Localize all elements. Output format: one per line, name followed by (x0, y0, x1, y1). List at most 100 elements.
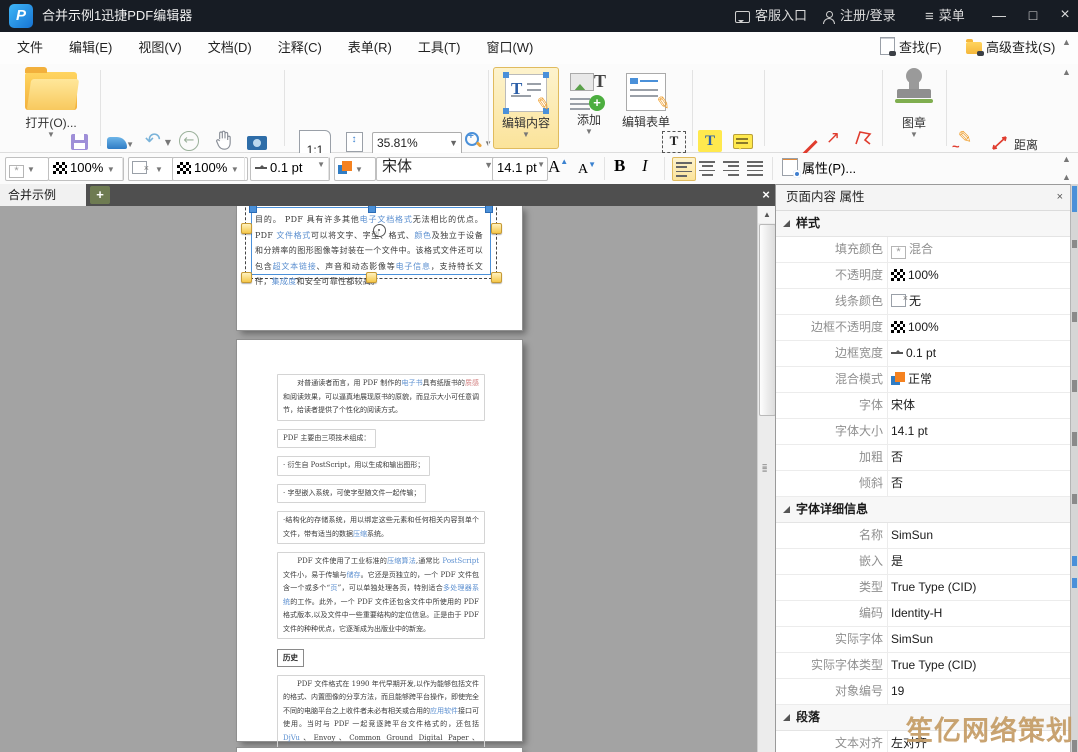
property-row[interactable]: 线条颜色无 (776, 289, 1071, 315)
text-field-tool-button[interactable]: T (662, 131, 686, 153)
scrollbar-grip-icon[interactable]: ≡≡ (762, 464, 767, 472)
body-text: ,通常比 (416, 557, 442, 565)
scrollbar-thumb[interactable] (759, 224, 776, 416)
italic-button[interactable]: I (642, 156, 648, 176)
selection-handle-left[interactable] (241, 223, 252, 234)
panel-section-header[interactable]: 样式 (776, 211, 1071, 237)
menu-item[interactable]: 编辑(E) (56, 32, 125, 64)
scan-button[interactable]: ▼ (104, 131, 130, 155)
align-center-button[interactable] (696, 157, 718, 179)
line-width-combo[interactable]: 0.1 pt ▼ (250, 157, 330, 181)
menu-button[interactable]: ≡菜单 (925, 0, 965, 32)
stroke-opacity-combo[interactable]: 100% ▼ (172, 157, 248, 181)
font-family-combo[interactable]: 宋体▼ (376, 157, 498, 181)
bold-button[interactable]: B (614, 156, 625, 176)
property-label: 文本对齐 (776, 731, 883, 752)
right-edge-strip[interactable] (1070, 184, 1078, 752)
hand-tool-button[interactable] (210, 129, 236, 153)
menu-item[interactable]: 注释(C) (265, 32, 335, 64)
edge-strip-mark (1072, 578, 1077, 588)
polyline-tool-button[interactable] (852, 128, 874, 150)
menu-item[interactable]: 窗口(W) (473, 32, 546, 64)
property-row[interactable]: 边框不透明度100% (776, 315, 1071, 341)
checker-icon (891, 321, 905, 333)
maximize-button[interactable]: □ (1016, 0, 1050, 32)
previous-view-button[interactable]: ← (176, 131, 202, 155)
fill-opacity-combo[interactable]: 100% ▼ (48, 157, 124, 181)
property-row[interactable]: 填充颜色*混合 (776, 237, 1071, 263)
panel-section-header[interactable]: 字体详细信息 (776, 497, 1071, 523)
page2-content: 对普通读者而言，用 PDF 制作的电子书具有纸版书的质感和阅读效果，可以逼真地展… (277, 374, 485, 752)
property-label: 实际字体 (776, 627, 883, 652)
highlight-text-button[interactable]: T (698, 130, 722, 152)
formatbar-collapse-up-icon[interactable]: ▲ (1062, 155, 1071, 164)
undo-button[interactable]: ↶▼ (140, 129, 166, 153)
document-area[interactable]: 目的。 PDF 具有许多其他电子文档格式无法相比的优点。PDF 文件格式可以将文… (0, 206, 757, 752)
minimize-button[interactable]: — (982, 0, 1016, 32)
new-tab-button[interactable]: + (90, 186, 110, 204)
selection-handle-right[interactable] (491, 223, 502, 234)
add-button[interactable]: T+ 添加 ▼ (565, 67, 613, 147)
stroke-color-button[interactable]: ▼ (128, 157, 174, 181)
property-row[interactable]: 类型True Type (CID) (776, 575, 1071, 601)
property-value: 100% (891, 315, 1067, 340)
increase-font-button[interactable]: A▲ (548, 157, 568, 177)
selection-handle-bottom-center[interactable] (366, 272, 377, 283)
menubar-collapse-icon[interactable]: ▲ (1062, 38, 1071, 47)
property-row[interactable]: 字体宋体 (776, 393, 1071, 419)
property-label: 实际字体类型 (776, 653, 883, 678)
properties-button[interactable]: 属性(P)... (782, 158, 856, 177)
pdf-paragraph: · 衍生自 PostScript，用以生成和输出图形； (277, 456, 430, 476)
close-button[interactable]: × (1048, 0, 1078, 32)
property-row[interactable]: 实际字体类型True Type (CID) (776, 653, 1071, 679)
align-left-button[interactable] (672, 157, 696, 181)
menu-item[interactable]: 视图(V) (125, 32, 194, 64)
scroll-up-icon[interactable]: ▲ (758, 206, 776, 223)
panel-close-icon[interactable]: × (1057, 185, 1063, 210)
menu-item[interactable]: 文档(D) (195, 32, 265, 64)
snapshot-button[interactable] (244, 131, 270, 155)
blend-mode-button[interactable]: ▼ (334, 157, 376, 181)
property-row[interactable]: 加粗否 (776, 445, 1071, 471)
fit-height-button[interactable]: ↕ (344, 130, 364, 154)
document-scrollbar[interactable]: ▲ ≡≡ (757, 206, 776, 752)
property-row[interactable]: 字体大小14.1 pt (776, 419, 1071, 445)
menu-item[interactable]: 表单(R) (335, 32, 405, 64)
formatbar-collapse-down-icon[interactable]: ▲ (1062, 173, 1071, 182)
find-button[interactable]: 查找(F) (880, 32, 942, 64)
advanced-find-button[interactable]: 高级查找(S) (966, 32, 1055, 64)
decrease-font-button[interactable]: A▼ (578, 160, 596, 178)
selection-handle-bottom-left[interactable] (241, 272, 252, 283)
pencil-tool-button[interactable]: ✎~ (952, 128, 978, 152)
property-row[interactable]: 不透明度100% (776, 263, 1071, 289)
menu-item[interactable]: 文件 (4, 32, 56, 64)
toolbar-collapse-icon[interactable]: ▲ (1062, 68, 1071, 77)
open-button[interactable]: 打开(O)... ▼ (12, 70, 90, 139)
link-text: 储存 (346, 571, 360, 579)
property-row[interactable]: 倾斜否 (776, 471, 1071, 497)
property-row[interactable]: 嵌入是 (776, 549, 1071, 575)
distance-tool-button[interactable]: 距离 (990, 134, 1010, 155)
property-row[interactable]: 对象编号19 (776, 679, 1071, 705)
support-entry-button[interactable]: 客服入口 (735, 0, 807, 32)
close-document-button[interactable]: × (757, 184, 775, 206)
document-tab[interactable]: 合并示例1× (0, 184, 86, 206)
property-row[interactable]: 名称SimSun (776, 523, 1071, 549)
align-justify-button[interactable] (744, 157, 766, 179)
note-comment-button[interactable] (730, 130, 756, 154)
stamp-button[interactable]: 图章 ▼ (888, 68, 940, 139)
login-button[interactable]: 注册/登录 (823, 0, 896, 32)
font-size-combo[interactable]: 14.1 pt▼ (492, 157, 548, 181)
arrow-tool-button[interactable]: ↗ (822, 128, 844, 150)
menu-item[interactable]: 工具(T) (405, 32, 474, 64)
property-row[interactable]: 编码Identity-H (776, 601, 1071, 627)
property-row[interactable]: 混合模式正常 (776, 367, 1071, 393)
edit-content-button[interactable]: T ✎ 编辑内容 ▼ (493, 67, 559, 149)
selection-handle-bottom-right[interactable] (491, 272, 502, 283)
property-row[interactable]: 边框宽度0.1 pt (776, 341, 1071, 367)
save-button[interactable] (66, 131, 92, 155)
fill-color-button[interactable]: *▼ (5, 157, 49, 181)
add-icon: T+ (570, 73, 608, 109)
property-row[interactable]: 实际字体SimSun (776, 627, 1071, 653)
align-right-button[interactable] (720, 157, 742, 179)
